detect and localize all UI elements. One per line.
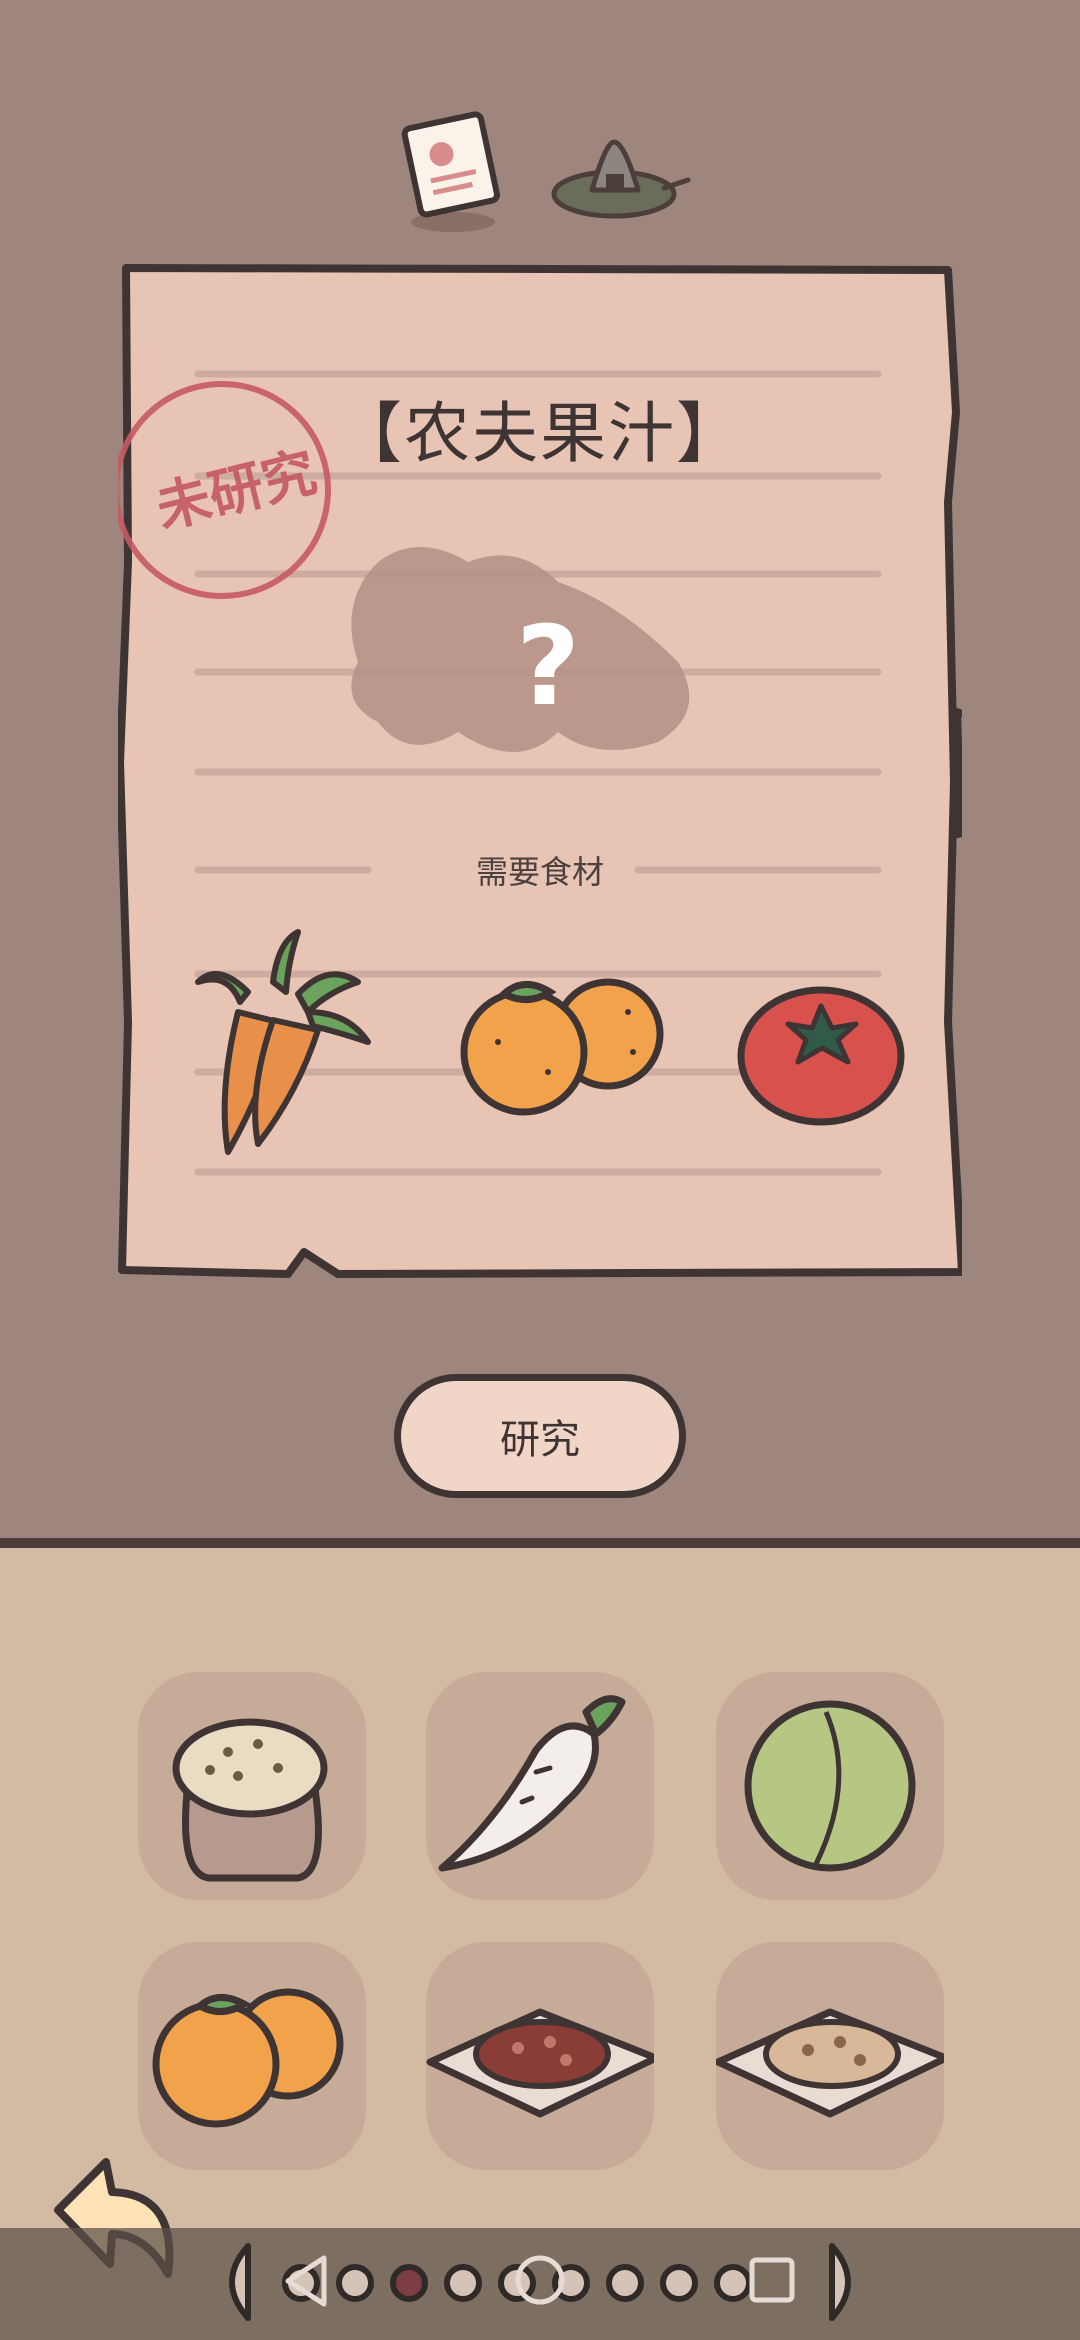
pager-next-arrow-icon[interactable] <box>826 2240 868 2324</box>
pager-dot[interactable] <box>714 2264 752 2302</box>
inventory-slot-grain-sack[interactable] <box>138 1672 366 1900</box>
inventory-slot-green-plum[interactable] <box>716 1672 944 1900</box>
pager-dot[interactable] <box>660 2264 698 2302</box>
research-button[interactable]: 研究 <box>394 1374 686 1498</box>
inventory-slot-meat-plate[interactable] <box>426 1942 654 2170</box>
recipe-card-tab[interactable] <box>398 110 508 239</box>
unknown-dish-question-mark: ? <box>516 602 580 730</box>
carrot-icon <box>178 922 378 1166</box>
system-home-icon[interactable] <box>512 2252 568 2312</box>
inventory-slot-daikon-radish[interactable] <box>426 1672 654 1900</box>
recipe-card: 【农夫果汁】 未研究 ? 需要食材 <box>118 262 962 1280</box>
rice-ball-tab[interactable] <box>548 130 693 229</box>
system-back-icon[interactable] <box>280 2252 330 2314</box>
pager-prev-arrow-icon[interactable] <box>212 2240 254 2324</box>
system-recents-icon[interactable] <box>748 2256 796 2308</box>
inventory-slot-orange[interactable] <box>138 1942 366 2170</box>
tomato-icon <box>736 976 906 1130</box>
pager-dot[interactable] <box>606 2264 644 2302</box>
panel-divider <box>0 1538 1080 1548</box>
pager-dot[interactable] <box>336 2264 374 2302</box>
pager-dot[interactable] <box>390 2264 428 2302</box>
ingredients-label: 需要食材 <box>475 853 604 891</box>
orange-icon <box>458 972 668 1126</box>
pager-dot[interactable] <box>444 2264 482 2302</box>
inventory-slot-bean-plate[interactable] <box>716 1942 944 2170</box>
recipe-tabs <box>0 110 1080 240</box>
